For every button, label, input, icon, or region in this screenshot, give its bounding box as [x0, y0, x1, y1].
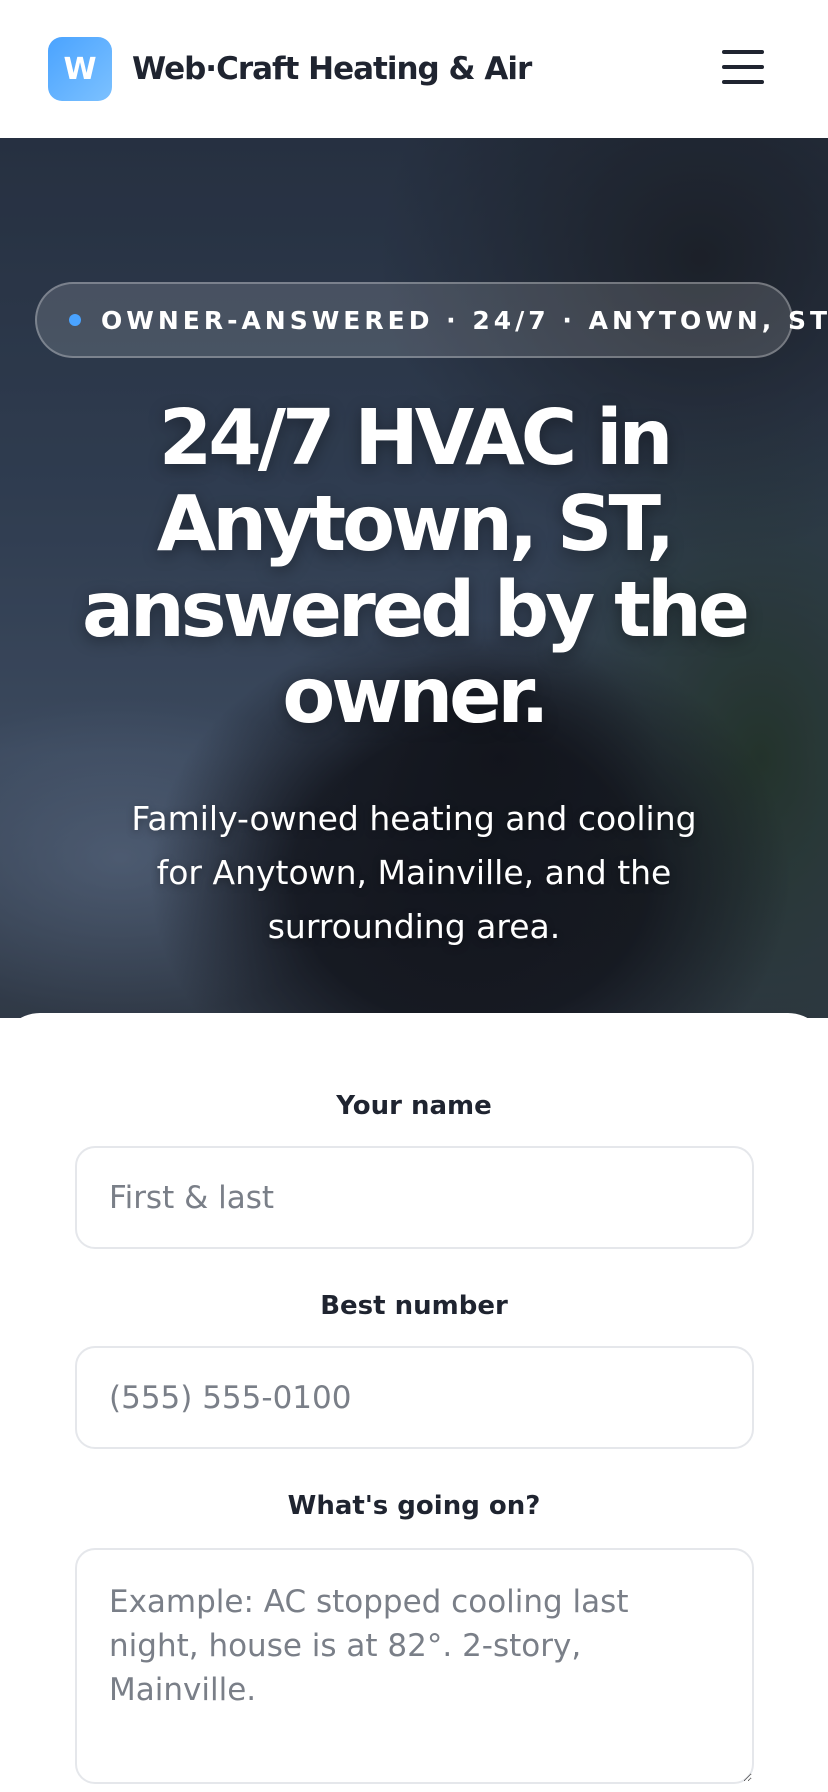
- name-input[interactable]: [75, 1146, 754, 1249]
- issue-textarea[interactable]: [75, 1548, 754, 1784]
- issue-label: What's going on?: [287, 1491, 541, 1521]
- hero-subtitle: Family-owned heating and cooling for Any…: [131, 799, 697, 946]
- hero-badge: OWNER-ANSWERED · 24/7 · ANYTOWN, ST: [35, 282, 827, 358]
- brand-name[interactable]: Web·Craft Heating & Air: [132, 51, 532, 87]
- name-label: Your name: [336, 1091, 492, 1121]
- logo-letter: W: [63, 51, 97, 87]
- contact-form-card: Your name Best number What's going on?: [0, 1013, 828, 1792]
- menu-bar: [722, 65, 764, 69]
- menu-bar: [722, 80, 764, 84]
- status-dot-icon: [69, 314, 81, 326]
- logo-icon[interactable]: W: [48, 37, 112, 101]
- site-header: W Web·Craft Heating & Air: [0, 0, 828, 138]
- phone-label: Best number: [320, 1291, 508, 1321]
- hero-section: OWNER-ANSWERED · 24/7 · ANYTOWN, ST 24/7…: [0, 138, 828, 1018]
- badge-text: OWNER-ANSWERED · 24/7 · ANYTOWN, ST: [101, 305, 828, 335]
- hamburger-menu-icon[interactable]: [722, 50, 764, 84]
- phone-input[interactable]: [75, 1346, 754, 1449]
- hero-title: 24/7 HVAC in Anytown, ST, answered by th…: [81, 394, 750, 741]
- menu-bar: [722, 50, 764, 54]
